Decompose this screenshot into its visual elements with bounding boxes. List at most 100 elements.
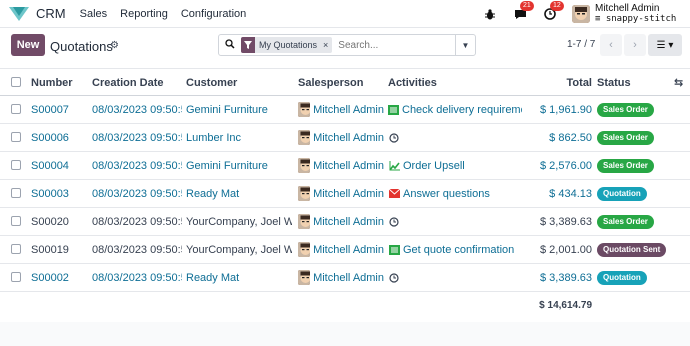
row-checkbox[interactable] (11, 216, 21, 226)
order-number[interactable]: S00006 (31, 124, 89, 151)
column-creation-date[interactable]: Creation Date (92, 69, 182, 96)
user-menu[interactable]: Mitchell Admin ≡ snappy-stitch (595, 3, 690, 25)
optional-columns-icon[interactable]: ⇆ (674, 69, 688, 96)
clock-icon[interactable] (388, 216, 400, 228)
activity[interactable]: Get quote confirmation (388, 236, 522, 263)
order-number[interactable]: S00007 (31, 96, 89, 123)
search-input[interactable] (338, 39, 449, 51)
column-activities[interactable]: Activities (388, 69, 522, 96)
clock-icon[interactable] (388, 272, 400, 284)
activity-summary[interactable]: Answer questions (403, 188, 490, 200)
activity[interactable] (388, 264, 522, 291)
odoo-logo-icon[interactable] (9, 6, 29, 21)
activity-summary[interactable]: Get quote confirmation (403, 244, 514, 256)
column-number[interactable]: Number (31, 69, 89, 96)
activity[interactable]: Check delivery requireme... (388, 96, 522, 123)
select-all-checkbox[interactable] (11, 77, 21, 87)
column-customer[interactable]: Customer (186, 69, 292, 96)
order-number[interactable]: S00003 (31, 180, 89, 207)
activity[interactable] (388, 208, 522, 235)
user-name: Mitchell Admin (595, 3, 660, 14)
chart-line-icon[interactable] (388, 160, 400, 172)
bug-icon[interactable] (482, 6, 498, 22)
column-salesperson[interactable]: Salesperson (298, 69, 384, 96)
gear-icon[interactable]: ⚙ (110, 40, 119, 51)
list-icon[interactable] (388, 244, 400, 256)
row-checkbox[interactable] (11, 132, 21, 142)
chevron-right-icon: › (633, 39, 637, 51)
menu-configuration[interactable]: Configuration (181, 8, 246, 20)
envelope-icon[interactable] (388, 188, 400, 200)
row-checkbox[interactable] (11, 160, 21, 170)
new-button[interactable]: New (11, 34, 45, 56)
activity-summary[interactable]: Order Upsell (403, 160, 465, 172)
table-row[interactable]: S0000208/03/2023 09:50:51 Ready Mat Mitche… (0, 264, 690, 292)
creation-date: 08/03/2023 09:50:51 (92, 271, 182, 284)
avatar (298, 242, 311, 257)
filter-facet[interactable]: My Quotations × (241, 37, 333, 53)
activity[interactable]: Order Upsell (388, 152, 522, 179)
pager-next-button[interactable]: › (624, 34, 646, 56)
table-row[interactable]: S0001908/03/2023 09:50:51 YourCompany, Jo… (0, 236, 690, 264)
creation-date: 08/03/2023 09:50:51 (92, 215, 182, 228)
clock-icon[interactable]: 12 (542, 1, 564, 22)
table-row[interactable]: S0000708/03/2023 09:50:51 Gemini Furnitur… (0, 96, 690, 124)
customer-name: Ready Mat (186, 187, 240, 200)
clock-icon[interactable] (388, 132, 400, 144)
order-number[interactable]: S00019 (31, 236, 89, 263)
column-total[interactable]: Total (526, 69, 592, 96)
salesperson-name: Mitchell Admin (313, 215, 384, 228)
avatar (298, 130, 311, 145)
creation-date: 08/03/2023 09:50:51 (92, 131, 182, 144)
activity[interactable]: Answer questions (388, 180, 522, 207)
customer-name: YourCompany, Joel Willis (186, 243, 292, 256)
status-label: Quotation Sent (597, 242, 667, 257)
row-checkbox[interactable] (11, 104, 21, 114)
customer-name: Lumber Inc (186, 131, 242, 144)
creation-date: 08/03/2023 09:50:51 (92, 103, 182, 116)
chat-bubble-icon[interactable]: 21 (512, 1, 534, 22)
menu-sales[interactable]: Sales (80, 8, 108, 20)
table-row[interactable]: S0002008/03/2023 09:50:51 YourCompany, Jo… (0, 208, 690, 236)
pager-previous-button[interactable]: ‹ (600, 34, 622, 56)
activity[interactable] (388, 124, 522, 151)
salesperson: Mitchell Admin (298, 96, 384, 123)
list-icon[interactable] (388, 104, 399, 116)
column-status[interactable]: Status (597, 69, 677, 96)
order-number[interactable]: S00020 (31, 208, 89, 235)
avatar[interactable] (572, 5, 590, 23)
table-footer: $ 14,614.79 (0, 292, 690, 322)
quotations-table: Number Creation Date Customer Salesperso… (0, 68, 690, 292)
order-total: $ 1,961.90 (540, 103, 592, 116)
menu-reporting[interactable]: Reporting (120, 8, 168, 20)
chevron-down-icon[interactable]: ▼ (455, 35, 475, 55)
list-view-icon: ☰ ▾ (656, 39, 674, 51)
salesperson-name: Mitchell Admin (313, 271, 384, 284)
creation-date: 08/03/2023 09:50:51 (92, 159, 182, 172)
order-number[interactable]: S00002 (31, 264, 89, 291)
pager-value[interactable]: 1-7 / 7 (567, 39, 595, 50)
status-label: Sales Order (597, 214, 654, 229)
table-row[interactable]: S0000408/03/2023 09:50:51 Gemini Furnitur… (0, 152, 690, 180)
status-label: Sales Order (597, 158, 654, 173)
row-checkbox[interactable] (11, 244, 21, 254)
table-body: S0000708/03/2023 09:50:51Gemini Furnitur… (0, 96, 690, 292)
row-checkbox[interactable] (11, 188, 21, 198)
app-name[interactable]: CRM (36, 6, 66, 21)
search-icon[interactable] (219, 38, 241, 52)
table-row[interactable]: S0000608/03/2023 09:50:51 Lumber Inc Mitch… (0, 124, 690, 152)
row-checkbox[interactable] (11, 272, 21, 282)
close-icon[interactable]: × (321, 40, 332, 50)
salesperson-name: Mitchell Admin (313, 131, 384, 144)
table-row[interactable]: S0000308/03/2023 09:50:51 Ready Mat Mitche… (0, 180, 690, 208)
salesperson: Mitchell Admin (298, 264, 384, 291)
order-number[interactable]: S00004 (31, 152, 89, 179)
activity-summary[interactable]: Check delivery requireme... (402, 104, 522, 116)
page-title: Quotations (50, 39, 113, 54)
view-switcher-button[interactable]: ☰ ▾ (648, 34, 682, 56)
salesperson: Mitchell Admin (298, 152, 384, 179)
customer-name: Gemini Furniture (186, 159, 268, 172)
customer-name: Gemini Furniture (186, 103, 268, 116)
filter-icon (241, 37, 255, 53)
salesperson: Mitchell Admin (298, 236, 384, 263)
